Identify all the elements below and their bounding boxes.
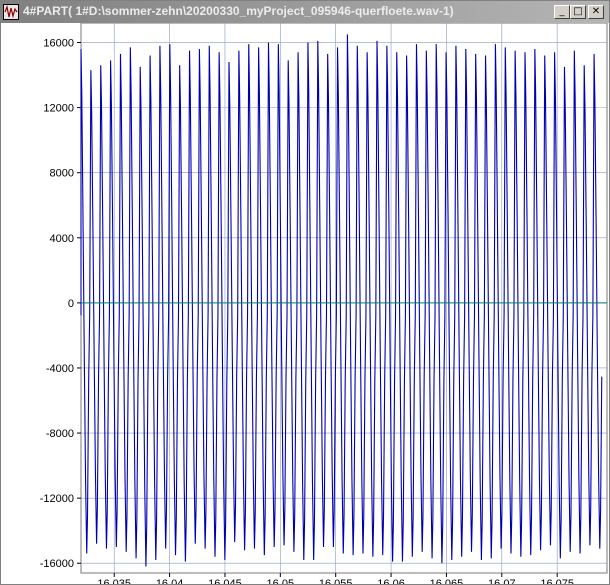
y-tick-label: 0 [68,298,74,310]
x-tick-label: 16.065 [430,578,464,584]
minimize-button[interactable]: _ [554,5,570,19]
x-tick-label: 16.04 [156,578,184,584]
window-title: 4#PART( 1#D:\sommer-zehn\20200330_myProj… [23,4,454,18]
y-tick-label: 4000 [50,233,74,245]
x-tick-label: 16.07 [488,578,516,584]
waveform-app-icon-glyph [4,4,18,19]
title-bar[interactable]: 4#PART( 1#D:\sommer-zehn\20200330_myProj… [1,1,609,23]
x-tick-label: 16.055 [319,578,353,584]
y-axis-ticks: 16000 12000 8000 4000 0 -4000 -8000 -12000 -1600… [40,38,81,570]
x-axis-ticks: 16.035 16.04 16.045 16.05 16.055 16.06 16.065 1… [97,573,574,584]
waveform-window: 4#PART( 1#D:\sommer-zehn\20200330_myProj… [0,0,610,585]
maximize-button[interactable]: □ [570,5,586,19]
y-tick-label: 16000 [43,38,74,50]
y-tick-label: -4000 [46,363,74,375]
x-tick-label: 16.075 [540,578,574,584]
y-tick-label: 8000 [50,168,74,180]
waveform-app-icon[interactable] [3,4,19,20]
close-button[interactable]: ✕ [588,5,604,19]
x-tick-label: 16.045 [208,578,242,584]
y-tick-label: 12000 [43,103,74,115]
y-tick-label: -16000 [40,558,74,570]
x-tick-label: 16.035 [97,578,131,584]
x-tick-label: 16.06 [377,578,405,584]
waveform-plot[interactable]: 16000 12000 8000 4000 0 -4000 -8000 -12000 -1600… [1,23,609,584]
x-tick-label: 16.05 [267,578,295,584]
y-tick-label: -12000 [40,493,74,505]
y-tick-label: -8000 [46,428,74,440]
